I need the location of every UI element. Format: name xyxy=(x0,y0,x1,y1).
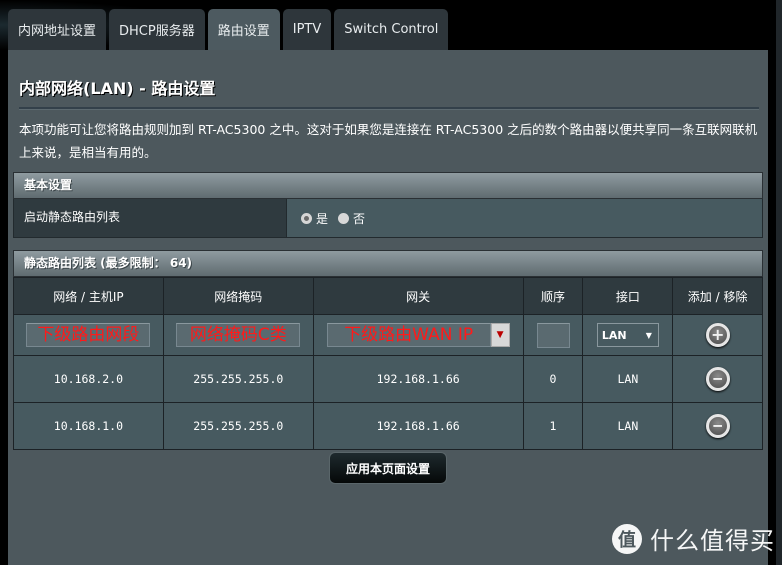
row-metric: 0 xyxy=(522,355,584,403)
table-row: 10.168.2.0 255.255.255.0 192.168.1.66 0 … xyxy=(13,355,763,403)
table-header-row: 网络 / 主机IP 网络掩码 网关 顺序 接口 添加 / 移除 xyxy=(13,277,763,315)
watermark: 值 什么值得买 xyxy=(612,521,775,556)
row-gateway: 192.168.1.66 xyxy=(312,355,524,403)
radio-no-label[interactable]: 否 xyxy=(353,210,365,227)
network-input[interactable]: 下级路由网段 xyxy=(26,323,151,347)
apply-button[interactable]: 应用本页面设置 xyxy=(329,452,447,484)
page-description: 本项功能可让您将路由规则加到 RT-AC5300 之中。这对于如果您是连接在 R… xyxy=(19,122,758,160)
col-metric: 顺序 xyxy=(522,277,584,315)
tab-switch-control[interactable]: Switch Control xyxy=(334,9,449,50)
table-row: 10.168.1.0 255.255.255.0 192.168.1.66 1 … xyxy=(13,402,763,450)
route-list-header: 静态路由列表 (最多限制： 64) xyxy=(13,250,763,277)
new-route-input-row: 下级路由网段 网络掩码C类 下级路由WAN IP ▼ LAN ▼ + xyxy=(13,314,763,356)
row-netmask: 255.255.255.0 xyxy=(162,402,314,450)
radio-yes[interactable] xyxy=(301,212,312,224)
interface-select[interactable]: LAN ▼ xyxy=(596,323,659,347)
row-network: 10.168.1.0 xyxy=(13,402,164,450)
radio-yes-label[interactable]: 是 xyxy=(316,210,328,227)
enable-static-route-row: 启动静态路由列表 是 否 xyxy=(13,199,763,238)
tab-bar: 内网地址设置 DHCP服务器 路由设置 IPTV Switch Control xyxy=(8,9,449,50)
col-interface: 接口 xyxy=(582,277,674,315)
chevron-down-icon: ▼ xyxy=(645,330,652,340)
scrollbar-track[interactable] xyxy=(776,0,782,565)
basic-settings-header: 基本设置 xyxy=(13,172,763,199)
row-metric: 1 xyxy=(522,402,584,450)
metric-input[interactable] xyxy=(536,322,570,348)
col-add-remove: 添加 / 移除 xyxy=(672,277,763,315)
row-network: 10.168.2.0 xyxy=(13,355,164,403)
tab-iptv[interactable]: IPTV xyxy=(282,9,332,50)
col-gateway: 网关 xyxy=(312,277,524,315)
remove-route-button[interactable]: − xyxy=(705,414,730,438)
tab-route[interactable]: 路由设置 xyxy=(207,9,280,50)
add-route-button[interactable]: + xyxy=(705,323,730,347)
gateway-combo: 下级路由WAN IP ▼ xyxy=(326,323,510,347)
minus-circle-icon: − xyxy=(712,369,723,388)
triangle-down-icon: ▼ xyxy=(496,330,504,340)
row-interface: LAN xyxy=(582,402,674,450)
row-netmask: 255.255.255.0 xyxy=(162,355,314,403)
content-panel: 内部网络(LAN) - 路由设置 本项功能可让您将路由规则加到 RT-AC530… xyxy=(8,50,768,565)
row-interface: LAN xyxy=(582,355,674,403)
enable-static-route-options: 是 否 xyxy=(287,199,762,237)
watermark-logo-icon: 值 xyxy=(612,523,642,554)
row-gateway: 192.168.1.66 xyxy=(312,402,524,450)
title-divider xyxy=(19,107,759,110)
static-route-table: 网络 / 主机IP 网络掩码 网关 顺序 接口 添加 / 移除 下级路由网段 网… xyxy=(13,277,763,450)
gateway-input[interactable]: 下级路由WAN IP xyxy=(326,323,491,347)
plus-circle-icon: + xyxy=(710,325,725,344)
tab-dhcp-server[interactable]: DHCP服务器 xyxy=(109,9,205,50)
col-network: 网络 / 主机IP xyxy=(13,277,164,315)
tab-lan-ip[interactable]: 内网地址设置 xyxy=(8,9,107,50)
minus-circle-icon: − xyxy=(712,416,723,435)
remove-route-button[interactable]: − xyxy=(705,367,730,391)
gateway-dropdown-button[interactable]: ▼ xyxy=(490,323,510,347)
netmask-input[interactable]: 网络掩码C类 xyxy=(176,323,301,347)
col-netmask: 网络掩码 xyxy=(162,277,314,315)
page-title: 内部网络(LAN) - 路由设置 xyxy=(19,79,216,98)
watermark-text: 什么值得买 xyxy=(650,527,775,555)
radio-no[interactable] xyxy=(338,212,350,224)
enable-static-route-label: 启动静态路由列表 xyxy=(14,199,287,237)
interface-select-value: LAN xyxy=(601,328,627,342)
